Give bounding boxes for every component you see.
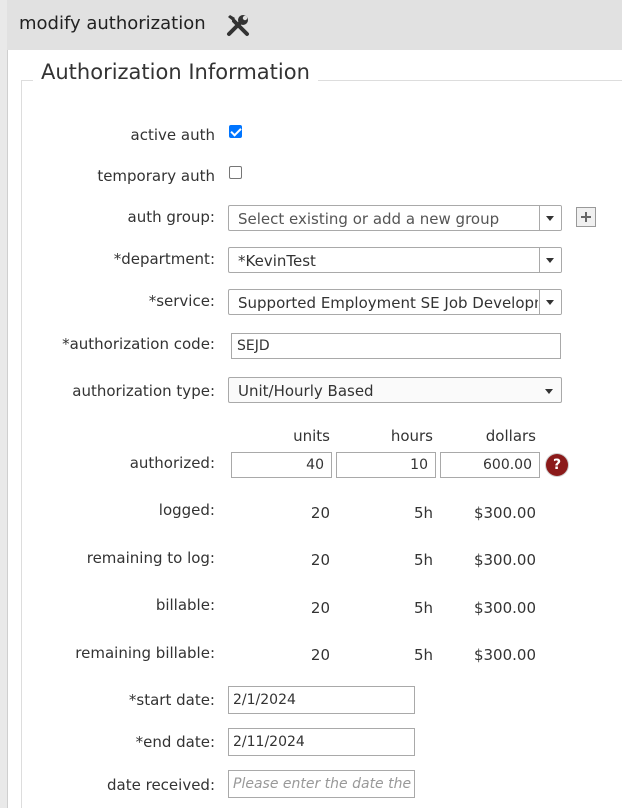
auth-group-label: auth group: xyxy=(127,208,215,226)
service-dropdown-button[interactable] xyxy=(539,290,561,314)
authorization-type-label: authorization type: xyxy=(72,382,215,400)
end-date-value: 2/11/2024 xyxy=(233,734,305,750)
authorized-dollars-value: 600.00 xyxy=(483,457,532,473)
service-combobox[interactable]: Supported Employment SE Job Development xyxy=(228,289,562,315)
authorization-type-value: Unit/Hourly Based xyxy=(238,382,374,400)
billable-label: billable: xyxy=(155,596,215,614)
units-column-header: units xyxy=(293,427,330,445)
window-left-edge xyxy=(0,0,8,808)
department-dropdown-button[interactable] xyxy=(539,248,561,272)
logged-label: logged: xyxy=(158,501,215,519)
hours-column-header: hours xyxy=(390,427,433,445)
authorization-code-value: SEJD xyxy=(237,338,270,354)
authorized-units-value: 40 xyxy=(306,457,324,473)
authorized-dollars-input[interactable]: 600.00 xyxy=(440,452,540,478)
start-date-input[interactable]: 2/1/2024 xyxy=(228,686,415,714)
remaining-to-log-dollars: $300.00 xyxy=(473,551,536,569)
end-date-input[interactable]: 2/11/2024 xyxy=(228,728,415,756)
authorized-hours-input[interactable]: 10 xyxy=(336,452,436,478)
service-label: *service: xyxy=(148,292,215,310)
dollars-column-header: dollars xyxy=(485,427,536,445)
section-legend: Authorization Information xyxy=(33,60,318,84)
temporary-auth-checkbox[interactable] xyxy=(229,166,242,179)
auth-group-combobox[interactable]: Select existing or add a new group xyxy=(228,205,562,231)
active-auth-checkbox[interactable] xyxy=(229,125,242,138)
department-label: *department: xyxy=(113,250,215,268)
active-auth-label: active auth xyxy=(130,126,215,144)
logged-units: 20 xyxy=(310,504,330,522)
fieldset-border-left xyxy=(21,80,22,808)
chevron-down-icon xyxy=(546,258,554,263)
remaining-billable-hours: 5h xyxy=(413,646,433,664)
title-bar: modify authorization xyxy=(7,0,622,50)
remaining-billable-label: remaining billable: xyxy=(75,644,215,662)
department-combobox[interactable]: *KevinTest xyxy=(228,247,562,273)
date-received-input[interactable]: Please enter the date the au xyxy=(228,770,415,798)
logged-hours: 5h xyxy=(413,504,433,522)
remaining-billable-dollars: $300.00 xyxy=(473,646,536,664)
start-date-label: *start date: xyxy=(128,691,215,709)
remaining-to-log-hours: 5h xyxy=(413,551,433,569)
authorization-code-input[interactable]: SEJD xyxy=(231,333,561,359)
billable-units: 20 xyxy=(310,599,330,617)
end-date-label: *end date: xyxy=(135,733,215,751)
chevron-down-icon xyxy=(545,389,553,394)
auth-group-dropdown-button[interactable] xyxy=(539,206,561,230)
billable-hours: 5h xyxy=(413,599,433,617)
authorized-units-input[interactable]: 40 xyxy=(231,452,332,478)
chevron-down-icon xyxy=(546,300,554,305)
chevron-down-icon xyxy=(546,216,554,221)
plus-icon[interactable] xyxy=(576,207,596,227)
auth-group-placeholder: Select existing or add a new group xyxy=(238,210,500,228)
window-title: modify authorization xyxy=(19,13,206,34)
remaining-billable-units: 20 xyxy=(310,646,330,664)
billable-dollars: $300.00 xyxy=(473,599,536,617)
authorization-code-label: *authorization code: xyxy=(62,335,215,353)
logged-dollars: $300.00 xyxy=(473,504,536,522)
date-received-placeholder: Please enter the date the au xyxy=(233,776,415,792)
date-received-label: date received: xyxy=(107,776,215,794)
authorized-hours-value: 10 xyxy=(410,457,428,473)
authorized-label: authorized: xyxy=(129,454,215,472)
remaining-to-log-units: 20 xyxy=(310,551,330,569)
start-date-value: 2/1/2024 xyxy=(233,692,296,708)
temporary-auth-label: temporary auth xyxy=(97,167,215,185)
service-value: Supported Employment SE Job Development xyxy=(238,294,538,312)
department-value: *KevinTest xyxy=(238,252,316,270)
remaining-to-log-label: remaining to log: xyxy=(86,549,215,567)
question-icon[interactable]: ? xyxy=(546,454,568,476)
authorization-type-select[interactable]: Unit/Hourly Based xyxy=(228,377,562,403)
tools-icon[interactable] xyxy=(222,9,254,41)
